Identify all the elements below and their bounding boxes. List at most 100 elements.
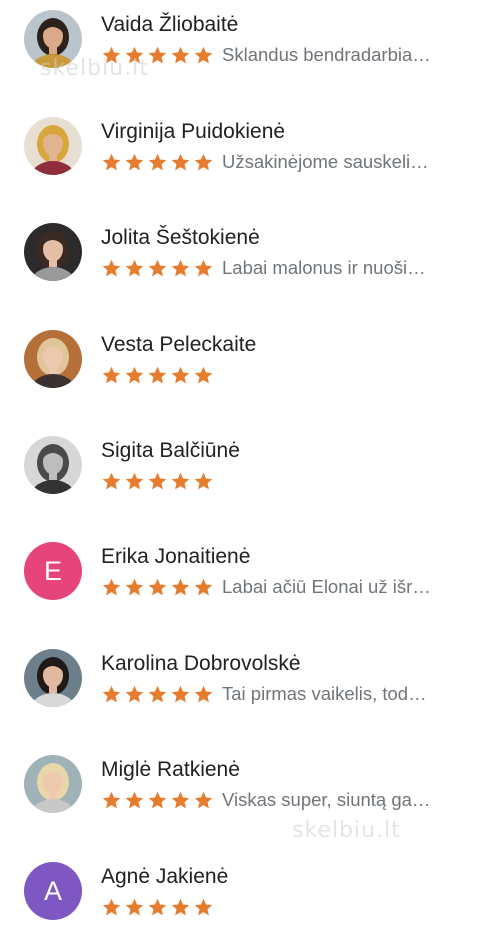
review-item[interactable]: E Erika Jonaitienė Labai ačiū Elonai už … (0, 542, 477, 622)
avatar-photo (24, 117, 82, 175)
reviewer-name[interactable]: Vaida Žliobaitė (101, 12, 238, 38)
review-item[interactable]: Jolita Šeštokienė Labai malonus ir nuoši… (0, 223, 477, 303)
star-icon (171, 259, 190, 276)
star-icon (194, 578, 213, 595)
star-icon (125, 791, 144, 808)
avatar-photo (24, 10, 82, 68)
reviewer-name[interactable]: Sigita Balčiūnė (101, 438, 240, 464)
star-icon (148, 153, 167, 170)
star-icon (171, 46, 190, 63)
avatar-photo (24, 436, 82, 494)
avatar-photo (24, 330, 82, 388)
star-icon (125, 578, 144, 595)
avatar[interactable] (24, 649, 82, 707)
avatar-photo (24, 755, 82, 813)
star-icon (102, 46, 121, 63)
reviewer-name[interactable]: Erika Jonaitienė (101, 544, 250, 570)
rating-row (101, 362, 461, 388)
star-icon (171, 366, 190, 383)
rating-row: Užsakinėjome sauskeli… (101, 149, 461, 175)
star-rating (101, 152, 216, 173)
review-snippet: Labai malonus ir nuoši… (222, 257, 426, 278)
star-icon (194, 259, 213, 276)
review-item[interactable]: Karolina Dobrovolskė Tai pirmas vaikelis… (0, 649, 477, 729)
rating-row: Labai ačiū Elonai už išr… (101, 574, 461, 600)
star-icon (194, 46, 213, 63)
star-icon (171, 685, 190, 702)
star-icon (148, 259, 167, 276)
star-rating (101, 45, 216, 66)
star-icon (148, 578, 167, 595)
review-snippet: Labai ačiū Elonai už išr… (222, 576, 431, 597)
star-icon (194, 472, 213, 489)
star-icon (171, 578, 190, 595)
review-item[interactable]: Sigita Balčiūnė (0, 436, 477, 516)
star-icon (194, 366, 213, 383)
avatar[interactable]: E (24, 542, 82, 600)
star-icon (125, 472, 144, 489)
star-icon (125, 46, 144, 63)
star-icon (102, 153, 121, 170)
star-rating (101, 258, 216, 279)
review-snippet: Viskas super, siuntą ga… (222, 789, 431, 810)
reviewer-name[interactable]: Jolita Šeštokienė (101, 225, 260, 251)
review-snippet: Užsakinėjome sauskeli… (222, 151, 429, 172)
review-item[interactable]: Miglė Ratkienė Viskas super, siuntą ga… (0, 755, 477, 835)
reviewer-name[interactable]: Virginija Puidokienė (101, 119, 285, 145)
star-icon (102, 578, 121, 595)
star-icon (171, 472, 190, 489)
star-icon (171, 153, 190, 170)
review-list: Vaida Žliobaitė Sklandus bendradarbia… V… (0, 0, 477, 920)
star-icon (194, 791, 213, 808)
star-rating (101, 471, 216, 492)
rating-row: Sklandus bendradarbia… (101, 42, 461, 68)
avatar[interactable] (24, 436, 82, 494)
avatar[interactable] (24, 223, 82, 281)
rating-row: Viskas super, siuntą ga… (101, 787, 461, 813)
star-icon (102, 366, 121, 383)
avatar-photo (24, 649, 82, 707)
star-icon (125, 259, 144, 276)
rating-row (101, 468, 461, 494)
avatar[interactable] (24, 117, 82, 175)
avatar-letter: E (24, 542, 82, 600)
star-icon (102, 685, 121, 702)
star-icon (148, 366, 167, 383)
avatar[interactable]: A (24, 862, 82, 920)
review-item[interactable]: Vaida Žliobaitė Sklandus bendradarbia… (0, 10, 477, 90)
star-icon (194, 685, 213, 702)
avatar[interactable] (24, 755, 82, 813)
star-icon (125, 685, 144, 702)
rating-row: Tai pirmas vaikelis, tod… (101, 681, 461, 707)
avatar-letter: A (24, 862, 82, 920)
star-rating (101, 790, 216, 811)
review-item[interactable]: Virginija Puidokienė Užsakinėjome sauske… (0, 117, 477, 197)
star-rating (101, 684, 216, 705)
star-icon (148, 472, 167, 489)
rating-row (101, 894, 461, 920)
review-snippet: Sklandus bendradarbia… (222, 44, 431, 65)
star-icon (148, 791, 167, 808)
star-icon (102, 791, 121, 808)
star-icon (102, 259, 121, 276)
reviewer-name[interactable]: Agnė Jakienė (101, 864, 228, 890)
avatar-photo (24, 223, 82, 281)
avatar[interactable] (24, 330, 82, 388)
star-icon (125, 153, 144, 170)
review-item[interactable]: Vesta Peleckaite (0, 330, 477, 410)
reviewer-name[interactable]: Karolina Dobrovolskė (101, 651, 301, 677)
star-rating (101, 365, 216, 386)
rating-row: Labai malonus ir nuoši… (101, 255, 461, 281)
star-icon (171, 791, 190, 808)
review-snippet: Tai pirmas vaikelis, tod… (222, 683, 427, 704)
star-icon (102, 472, 121, 489)
star-icon (148, 46, 167, 63)
star-icon (148, 685, 167, 702)
avatar[interactable] (24, 10, 82, 68)
reviewer-name[interactable]: Miglė Ratkienė (101, 757, 240, 783)
review-item[interactable]: A Agnė Jakienė (0, 862, 477, 942)
star-rating (101, 577, 216, 598)
reviewer-name[interactable]: Vesta Peleckaite (101, 332, 256, 358)
star-icon (194, 153, 213, 170)
star-icon (125, 366, 144, 383)
